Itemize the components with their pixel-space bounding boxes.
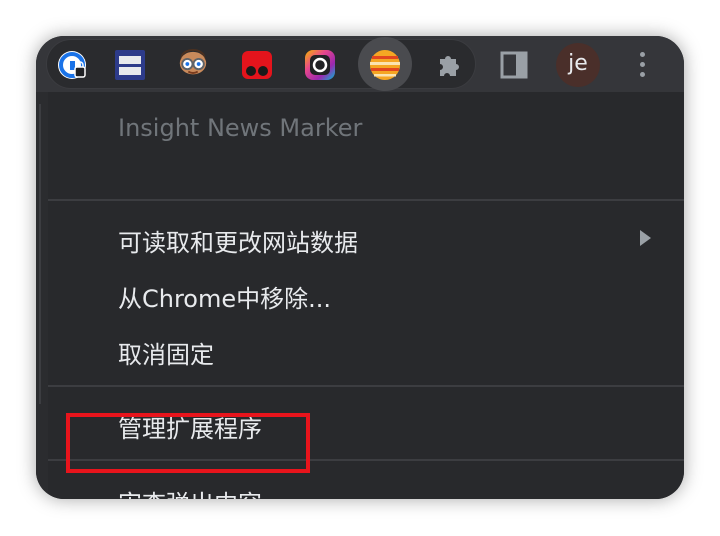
red-gamepad-extension-icon[interactable] — [241, 49, 273, 81]
menu-item-site-data[interactable]: 可读取和更改网站数据 — [48, 214, 684, 262]
extension-context-menu: Insight News Marker 可读取和更改网站数据 从Chrome中移… — [48, 92, 684, 499]
puzzle-icon[interactable] — [434, 49, 466, 81]
extensions-toolbar: je — [36, 36, 684, 92]
insight-news-marker-icon[interactable] — [369, 49, 401, 81]
password-manager-icon[interactable] — [56, 49, 88, 81]
menu-item-label: 取消固定 — [118, 341, 214, 369]
rainbow-camera-extension-icon[interactable] — [304, 49, 336, 81]
menu-title: Insight News Marker — [118, 114, 363, 142]
menu-item-label: 可读取和更改网站数据 — [118, 229, 358, 257]
divider — [48, 385, 684, 387]
menu-item-unpin[interactable]: 取消固定 — [48, 326, 684, 374]
divider — [48, 459, 684, 461]
menu-item-label: 从Chrome中移除... — [118, 285, 332, 313]
menu-item-inspect-popup[interactable]: 审查弹出内容 — [48, 475, 684, 499]
divider — [48, 199, 684, 201]
menu-item-label: 管理扩展程序 — [118, 415, 262, 443]
submenu-arrow-icon — [640, 230, 651, 246]
glasses-face-extension-icon[interactable] — [177, 49, 209, 81]
page-edge — [36, 92, 48, 499]
notes-extension-icon[interactable] — [114, 49, 146, 81]
more-vertical-icon[interactable] — [630, 50, 654, 80]
browser-window: je Insight News Marker 可读取和更改网站数据 从Chrom… — [36, 36, 684, 499]
avatar[interactable]: je — [556, 43, 600, 87]
side-panel-icon[interactable] — [498, 49, 530, 81]
menu-item-label: 审查弹出内容 — [118, 484, 262, 499]
menu-item-remove-from-chrome[interactable]: 从Chrome中移除... — [48, 270, 684, 318]
menu-item-manage-extensions[interactable]: 管理扩展程序 — [48, 400, 684, 448]
